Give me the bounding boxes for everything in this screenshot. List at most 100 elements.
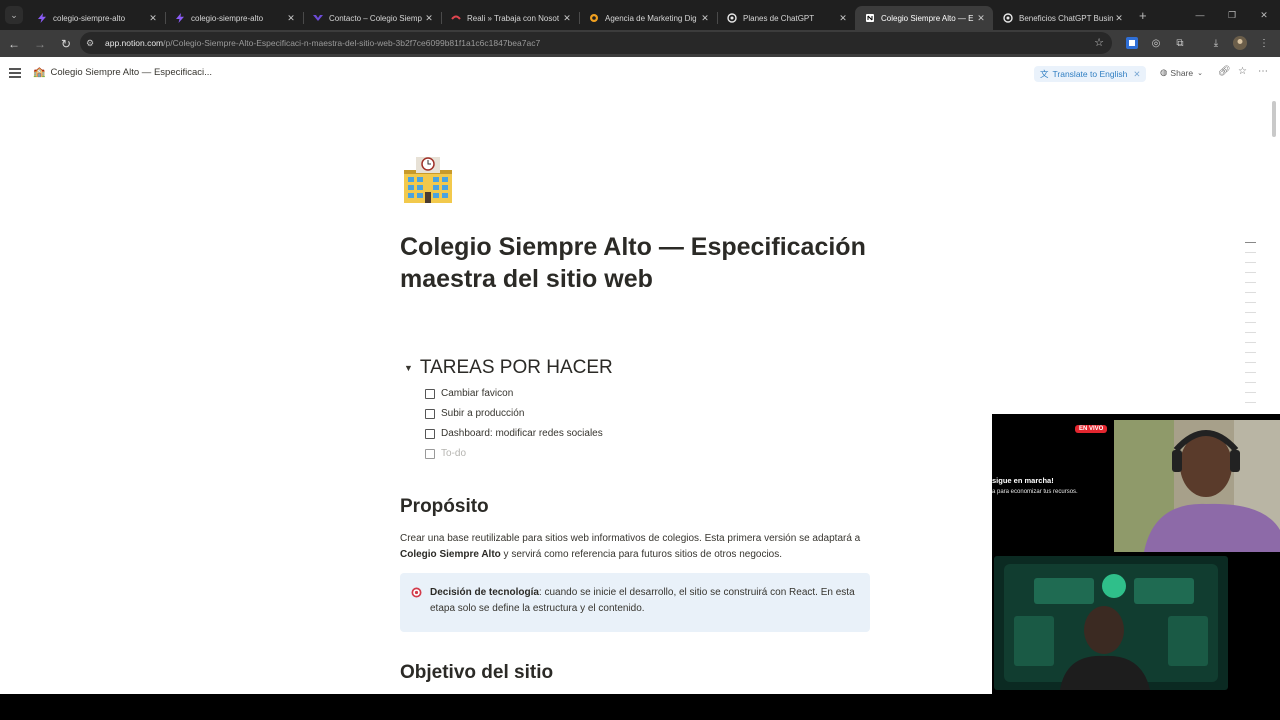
tab-6[interactable]: Planes de ChatGPT ✕ (717, 6, 855, 30)
para-bold: Colegio Siempre Alto (400, 549, 501, 560)
tab-title: Contacto – Colegio Siemp (329, 13, 422, 23)
close-tab-icon[interactable]: ✕ (699, 13, 711, 24)
tab-8[interactable]: Beneficios ChatGPT Busin ✕ (993, 6, 1131, 30)
share-button[interactable]: ◍ Share ⌄ (1160, 67, 1203, 78)
translate-button[interactable]: 文 Translate to English ✕ (1034, 66, 1147, 82)
extension-openai-icon[interactable]: ◎ (1148, 35, 1164, 51)
page-scrollbar[interactable] (1272, 101, 1276, 137)
more-options-icon[interactable]: ⋯ (1258, 66, 1268, 77)
minimize-icon[interactable]: — (1184, 0, 1216, 30)
purple-bolt-icon (38, 13, 46, 23)
school-building-icon[interactable] (400, 151, 456, 207)
profile-avatar-icon[interactable] (1232, 35, 1248, 51)
tech-decision-callout[interactable]: Decisión de tecnología: cuando se inicie… (400, 573, 870, 632)
openai-icon (727, 13, 737, 23)
tab-title: Beneficios ChatGPT Busin (1019, 13, 1113, 23)
todo-item[interactable]: Dashboard: modificar redes sociales (425, 428, 603, 439)
url-path: /p/Colegio-Siempre-Alto-Especificaci-n-m… (163, 38, 541, 48)
purple-logo-icon (313, 15, 323, 21)
tab-title: Reali » Trabaja con Nosot (467, 13, 560, 23)
todo-checkbox[interactable] (425, 408, 435, 419)
table-of-contents-minimap[interactable] (1245, 242, 1256, 412)
notion-icon (866, 14, 874, 22)
todo-item-empty[interactable]: To-do (425, 448, 466, 459)
tab-3[interactable]: Contacto – Colegio Siemp ✕ (303, 6, 441, 30)
taskbar-strip (0, 694, 1280, 720)
translate-label: Translate to English (1052, 69, 1128, 79)
close-tab-icon[interactable]: ✕ (837, 13, 849, 24)
todo-toggle-heading[interactable]: ▼ TAREAS POR HACER (400, 357, 613, 379)
tab-title: colegio-siempre-alto (191, 13, 264, 23)
target-icon[interactable] (411, 587, 422, 598)
breadcrumb[interactable]: 🏫 Colegio Siempre Alto — Especificaci... (33, 67, 212, 78)
url-text: app.notion.com/p/Colegio-Siempre-Alto-Es… (105, 38, 540, 48)
browser-menu-icon[interactable]: ⋮ (1256, 35, 1272, 51)
todo-item[interactable]: Subir a producción (425, 408, 524, 419)
bookmark-star-icon[interactable]: ☆ (1094, 36, 1104, 49)
todo-text: Cambiar favicon (441, 388, 514, 399)
close-tab-icon[interactable]: ✕ (561, 13, 573, 24)
window-controls: — ❐ ✕ (1184, 0, 1280, 30)
chevron-down-icon: ⌄ (1197, 69, 1203, 77)
webcam-feed-2 (994, 556, 1228, 690)
stream-overlay: EN VIVO sigue en marcha! a para economiz… (992, 414, 1280, 694)
globe-icon: ◍ (1160, 67, 1168, 77)
para-text: y servirá como referencia para futuros s… (500, 549, 783, 560)
promo-line-1: sigue en marcha! (992, 476, 1054, 485)
callout-bold: Decisión de tecnología (430, 587, 539, 598)
close-tab-icon[interactable]: ✕ (975, 13, 987, 24)
todo-checkbox[interactable] (425, 388, 435, 399)
section-heading-objetivo[interactable]: Objetivo del sitio (400, 662, 553, 684)
forward-icon[interactable]: → (28, 32, 52, 56)
purpose-paragraph[interactable]: Crear una base reutilizable para sitios … (400, 531, 870, 563)
toggle-triangle-icon[interactable]: ▼ (404, 363, 413, 373)
address-bar[interactable]: ⚙ app.notion.com/p/Colegio-Siempre-Alto-… (80, 32, 1112, 54)
live-badge: EN VIVO (1075, 425, 1108, 433)
reload-icon[interactable]: ↻ (54, 32, 78, 56)
share-label: Share (1170, 67, 1194, 78)
notion-topbar: 🏫 Colegio Siempre Alto — Especificaci...… (0, 57, 1280, 91)
section-heading-proposito[interactable]: Propósito (400, 496, 489, 518)
new-tab-icon[interactable]: + (1139, 8, 1147, 23)
extension-blue-icon[interactable] (1124, 35, 1140, 51)
close-tab-icon[interactable]: ✕ (285, 13, 297, 24)
todo-checkbox[interactable] (425, 448, 435, 459)
para-text: Crear una base reutilizable para sitios … (400, 533, 861, 544)
tab-title: Colegio Siempre Alto — E (881, 13, 974, 23)
close-tab-icon[interactable]: ✕ (1113, 13, 1125, 24)
red-logo-icon (451, 15, 461, 20)
back-icon[interactable]: ← (2, 32, 26, 56)
restore-icon[interactable]: ❐ (1216, 0, 1248, 30)
copy-link-icon[interactable]: 🔗︎ (1218, 66, 1231, 77)
promo-panel: EN VIVO sigue en marcha! a para economiz… (992, 414, 1114, 554)
webcam-feed-1 (1114, 420, 1280, 552)
extensions-puzzle-icon[interactable]: ⧉ (1172, 35, 1188, 51)
todo-item[interactable]: Cambiar favicon (425, 388, 513, 399)
tab-7-active[interactable]: Colegio Siempre Alto — E ✕ (855, 6, 993, 30)
tab-2[interactable]: colegio-siempre-alto ✕ (165, 6, 303, 30)
close-tab-icon[interactable]: ✕ (147, 13, 159, 24)
todo-checkbox[interactable] (425, 428, 435, 439)
downloads-icon[interactable]: ⤓ (1208, 35, 1224, 51)
orange-logo-icon (590, 14, 598, 22)
page-mini-icon: 🏫 (33, 67, 46, 78)
tab-title: Agencia de Marketing Dig (605, 13, 697, 23)
promo-line-2: a para economizar tus recursos. (992, 489, 1078, 495)
breadcrumb-title: Colegio Siempre Alto — Especificaci... (50, 67, 213, 78)
tab-5[interactable]: Agencia de Marketing Dig ✕ (579, 6, 717, 30)
tab-4[interactable]: Reali » Trabaja con Nosot ✕ (441, 6, 579, 30)
dismiss-translate-icon[interactable]: ✕ (1133, 69, 1140, 80)
browser-tab-strip: ⌄ colegio-siempre-alto ✕ colegio-siempre… (0, 0, 1280, 30)
browser-toolbar: ← → ↻ ⚙ app.notion.com/p/Colegio-Siempre… (0, 30, 1280, 57)
translate-icon: 文 (1040, 69, 1049, 79)
tab-search-icon[interactable]: ⌄ (5, 6, 23, 24)
openai-icon (1003, 13, 1013, 23)
favorite-star-icon[interactable]: ☆ (1238, 66, 1247, 77)
tab-title: colegio-siempre-alto (53, 13, 126, 23)
site-info-icon[interactable]: ⚙ (86, 38, 100, 49)
sidebar-menu-icon[interactable] (9, 68, 21, 78)
close-window-icon[interactable]: ✕ (1248, 0, 1280, 30)
tab-1[interactable]: colegio-siempre-alto ✕ (27, 6, 165, 30)
close-tab-icon[interactable]: ✕ (423, 13, 435, 24)
page-title[interactable]: Colegio Siempre Alto — Especificación ma… (400, 231, 920, 295)
